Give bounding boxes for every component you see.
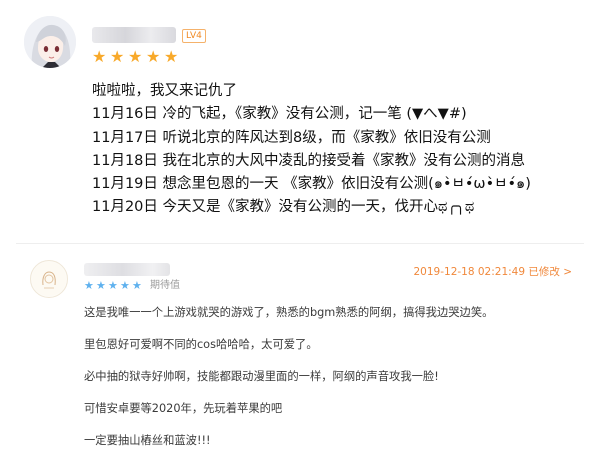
- rating-stars: ★ ★ ★ ★ ★ 期待值: [84, 280, 180, 291]
- review-line: 可惜安卓要等2020年，先玩着苹果的吧: [84, 402, 283, 415]
- review-card-1: LV4 ★ ★ ★ ★ ★ 啦啦啦，我又来记仇了 11月16日 冷的飞起，《家教…: [0, 0, 600, 240]
- sketch-avatar-image: [32, 262, 66, 296]
- review-body: 这是我唯一一个上游戏就哭的游戏了，熟悉的bgm熟悉的阿纲，搞得我边哭边笑。 里包…: [84, 306, 584, 466]
- review-line: 11月20日 今天又是《家教》没有公测的一天，伐开心ಥ╭╮ಥ: [92, 199, 475, 216]
- star-icon: ★: [164, 47, 179, 66]
- star-icon: ★: [132, 279, 142, 292]
- avatar[interactable]: [30, 260, 68, 298]
- review-line: 这是我唯一一个上游戏就哭的游戏了，熟悉的bgm熟悉的阿纲，搞得我边哭边笑。: [84, 306, 494, 319]
- review-line: 里包恩好可爱啊不同的cos哈哈哈，太可爱了。: [84, 338, 318, 351]
- blurred-username[interactable]: [92, 27, 176, 43]
- review-line: 必中抽的狱寺好帅啊，技能都跟动漫里面的一样，阿纲的声音攻我一脸!: [84, 370, 439, 383]
- review-card-2: 2019-12-18 02:21:49 已修改 > ★ ★ ★ ★ ★ 期待值 …: [0, 252, 600, 464]
- star-icon: ★: [146, 47, 161, 66]
- star-icon: ★: [128, 47, 143, 66]
- star-icon: ★: [92, 47, 107, 66]
- review-line: 11月19日 想念里包恩的一天 《家教》依旧没有公测(๑•̀ㅂ•́ω•̀ㅂ•́๑…: [92, 176, 531, 193]
- review-date[interactable]: 2019-12-18 02:21:49 已修改 >: [414, 264, 573, 279]
- review-line: 啦啦啦，我又来记仇了: [92, 83, 237, 99]
- star-icon: ★: [108, 279, 118, 292]
- review-body: 啦啦啦，我又来记仇了 11月16日 冷的飞起，《家教》没有公测，记一笔 (▼へ▼…: [92, 80, 592, 220]
- expectation-label: 期待值: [150, 280, 180, 291]
- star-icon: ★: [96, 279, 106, 292]
- star-icon: ★: [84, 279, 94, 292]
- rating-stars: ★ ★ ★ ★ ★: [92, 47, 179, 66]
- review-line: 11月17日 听说北京的阵风达到8级，而《家教》依旧没有公测: [92, 129, 491, 146]
- review-line: 11月18日 我在北京的大风中凌乱的接受着《家教》没有公测的消息: [92, 152, 526, 169]
- level-badge: LV4: [182, 29, 206, 43]
- avatar[interactable]: [24, 16, 76, 68]
- divider: [16, 243, 584, 244]
- review-line: 11月16日 冷的飞起，《家教》没有公测，记一笔 (▼へ▼#): [92, 106, 467, 123]
- blurred-username[interactable]: [84, 263, 170, 276]
- anime-avatar-image: [24, 16, 76, 68]
- review-line: 一定要抽山樁丝和蓝波!!!: [84, 434, 211, 447]
- star-icon: ★: [120, 279, 130, 292]
- star-icon: ★: [110, 47, 125, 66]
